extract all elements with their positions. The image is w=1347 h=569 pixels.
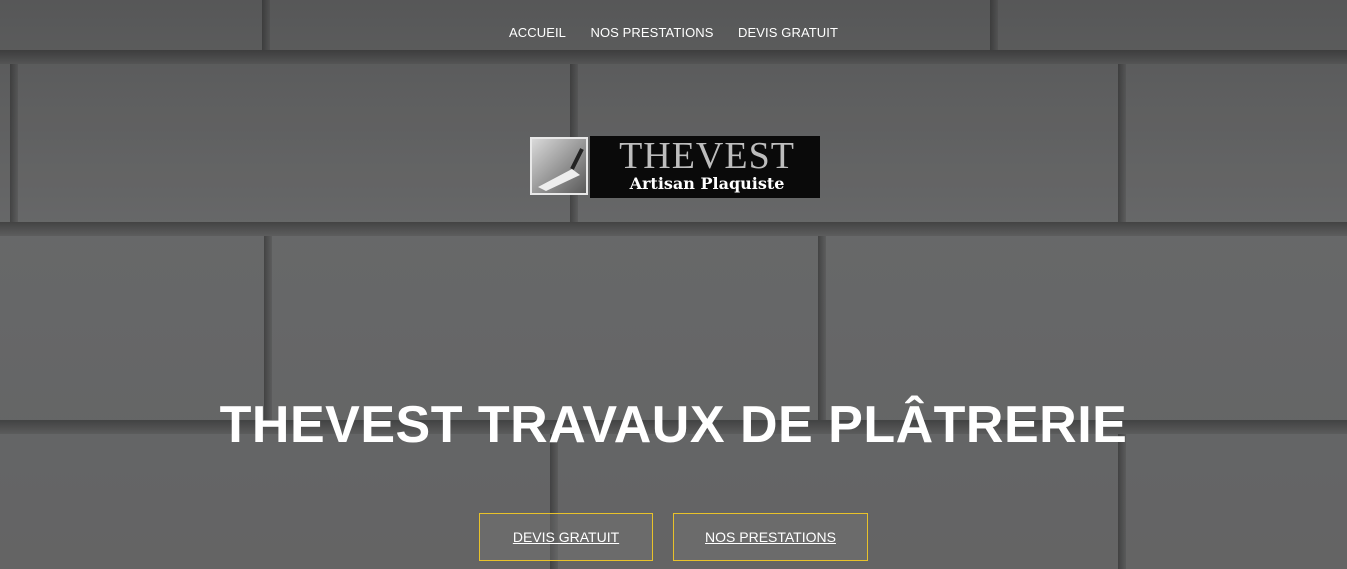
hero-section: ACCUEIL NOS PRESTATIONS DEVIS GRATUIT TH…	[0, 0, 1347, 569]
devis-gratuit-button[interactable]: DEVIS GRATUIT	[479, 513, 653, 561]
logo-subtitle: Artisan Plaquiste	[629, 174, 785, 193]
main-nav: ACCUEIL NOS PRESTATIONS DEVIS GRATUIT	[0, 24, 1347, 42]
nav-item-accueil[interactable]: ACCUEIL	[509, 25, 566, 40]
logo-title: THEVEST	[619, 135, 795, 177]
trowel-icon	[530, 137, 588, 195]
nav-item-devis-gratuit[interactable]: DEVIS GRATUIT	[738, 25, 838, 40]
brick-wall-background	[0, 0, 1347, 569]
hero-heading: THEVEST TRAVAUX DE PLÂTRERIE	[219, 396, 1128, 454]
site-logo[interactable]: THEVEST Artisan Plaquiste	[526, 134, 820, 198]
nos-prestations-button[interactable]: NOS PRESTATIONS	[673, 513, 868, 561]
nav-item-nos-prestations[interactable]: NOS PRESTATIONS	[590, 25, 713, 40]
